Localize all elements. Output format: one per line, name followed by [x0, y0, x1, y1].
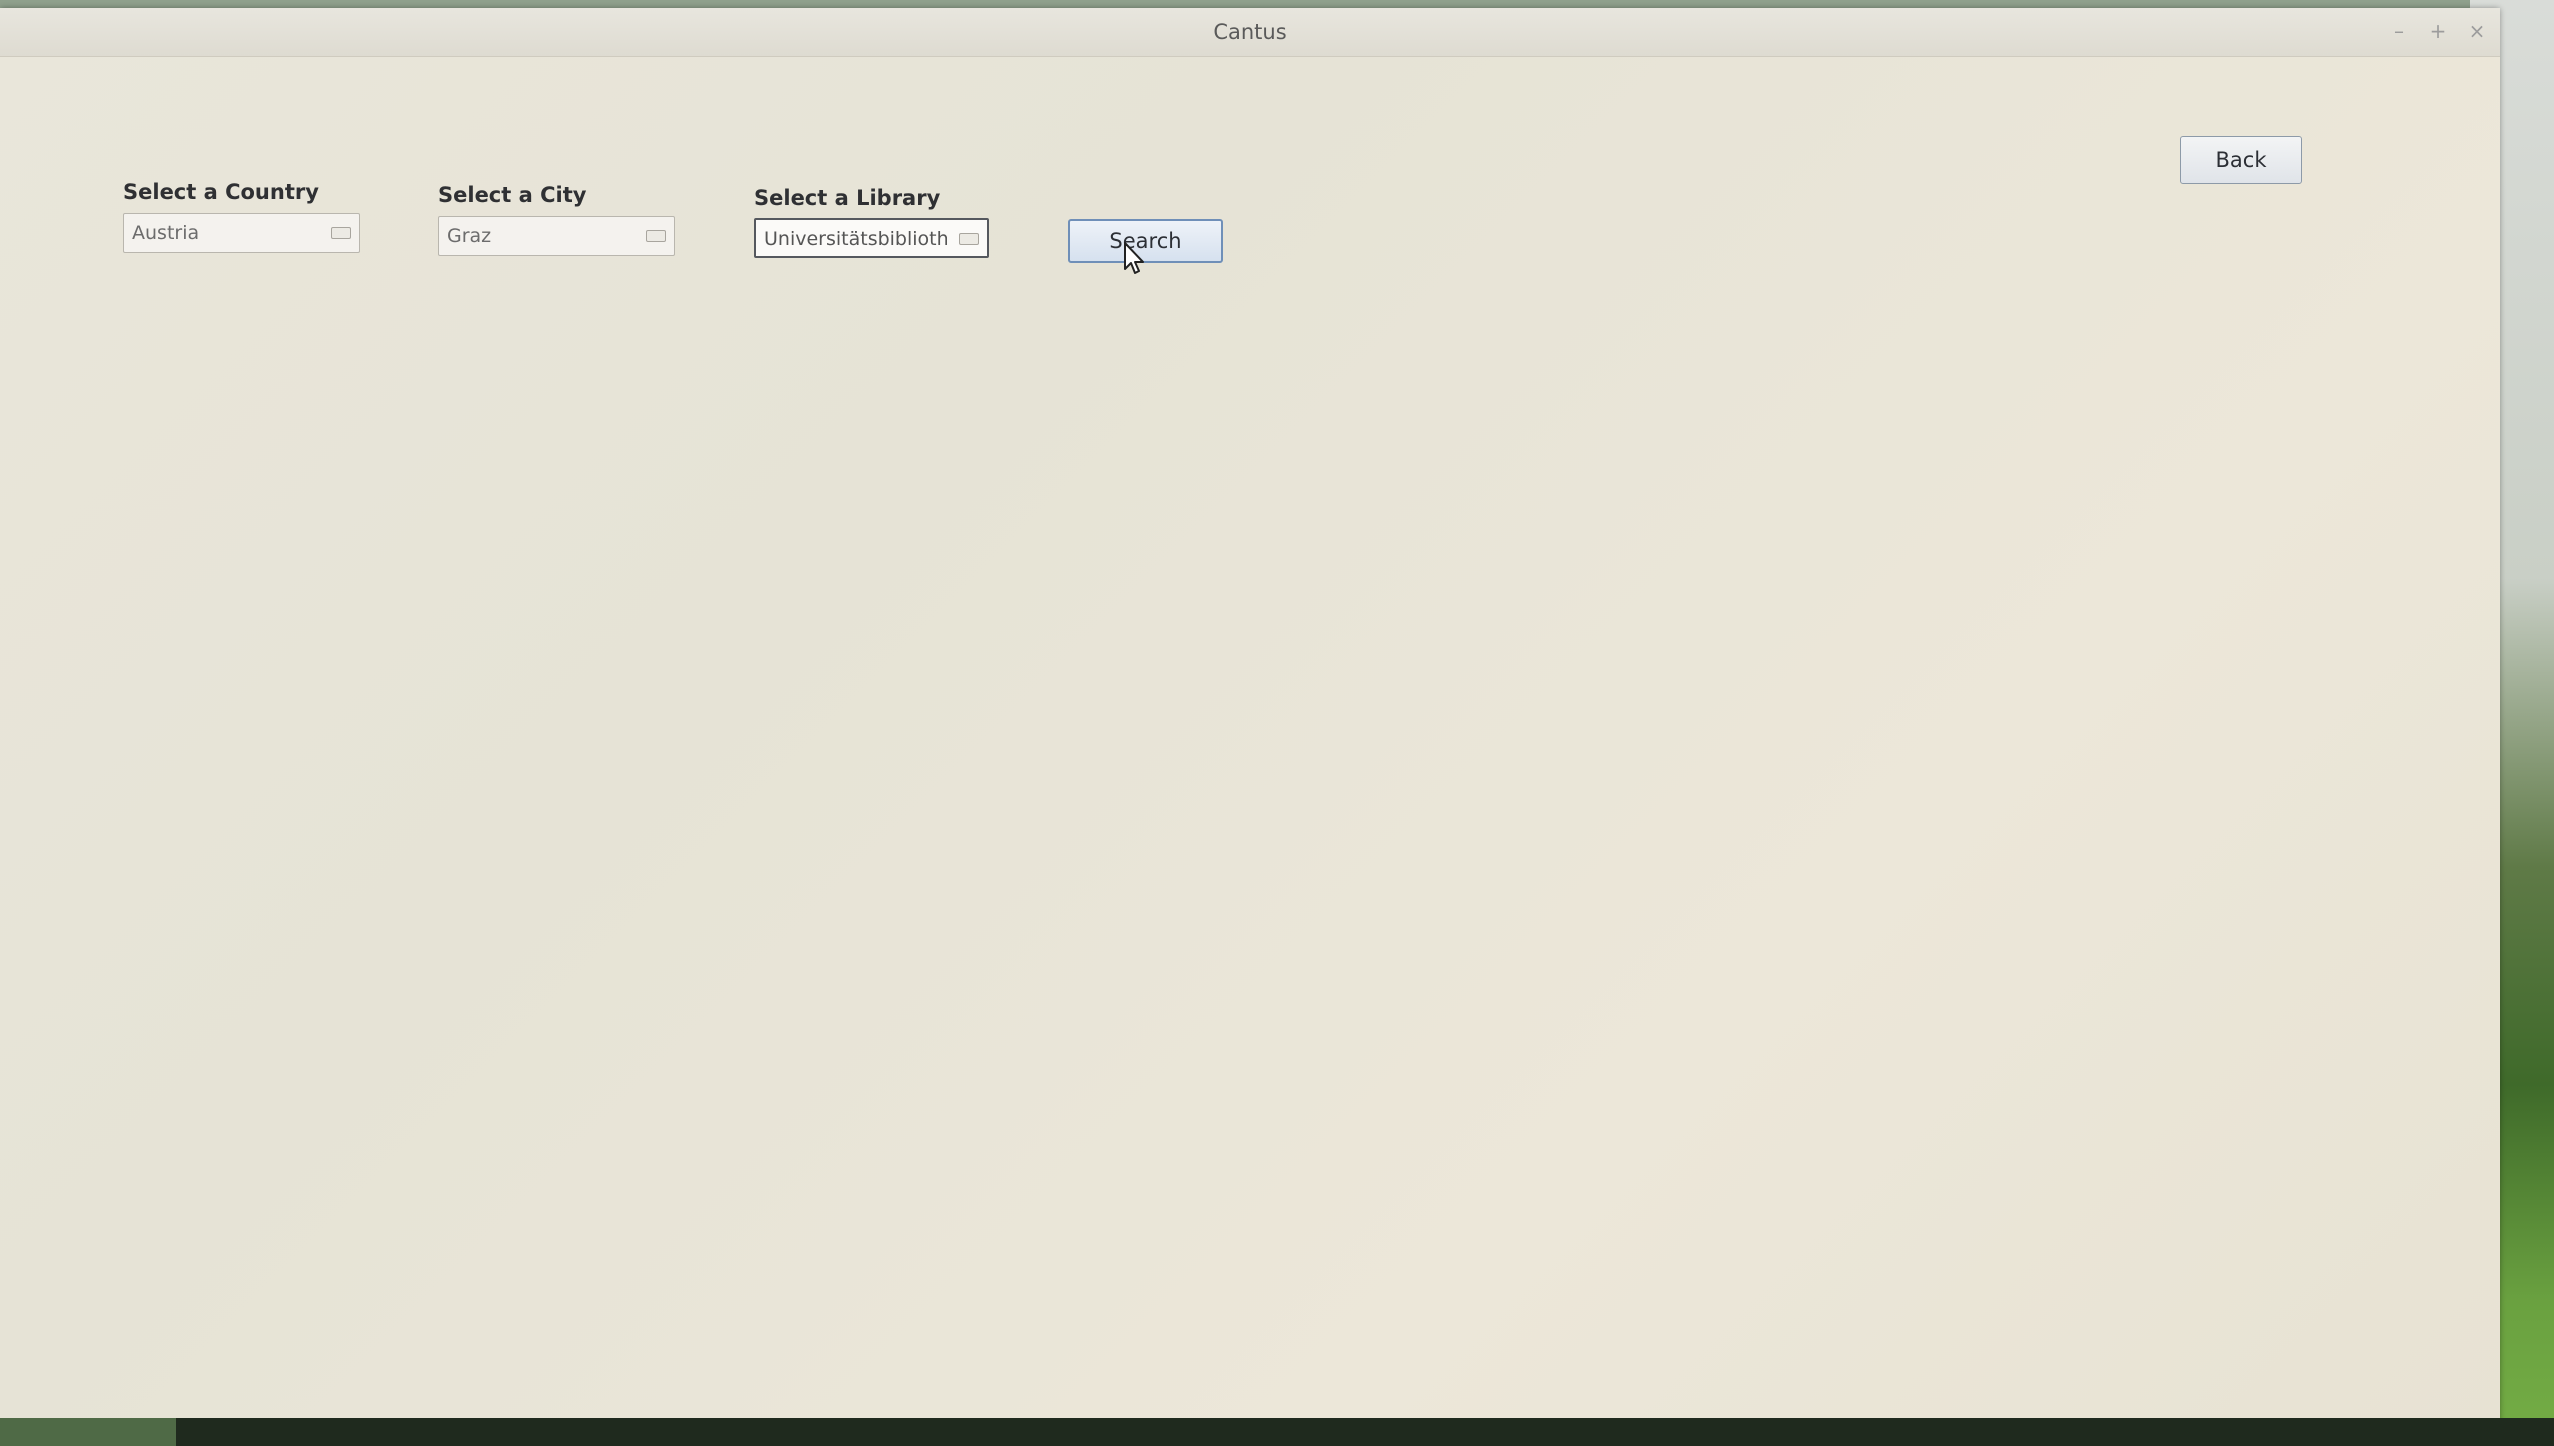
country-label: Select a Country — [123, 180, 319, 204]
city-label: Select a City — [438, 183, 587, 207]
city-value: Graz — [447, 225, 492, 247]
minimize-icon[interactable]: – — [2388, 20, 2410, 42]
taskbar-item[interactable] — [0, 1418, 176, 1446]
mouse-cursor-icon — [1124, 242, 1144, 274]
window-title: Cantus — [1213, 20, 1287, 44]
close-icon[interactable]: × — [2466, 20, 2488, 42]
dropdown-arrow-icon[interactable] — [331, 227, 351, 239]
maximize-icon[interactable]: + — [2427, 20, 2449, 42]
country-value: Austria — [132, 222, 200, 244]
back-button[interactable]: Back — [2180, 136, 2302, 184]
taskbar — [0, 1418, 2554, 1446]
dropdown-arrow-icon[interactable] — [959, 233, 979, 245]
library-select[interactable]: Universitätsbibliothe — [754, 218, 989, 258]
library-label: Select a Library — [754, 186, 941, 210]
app-window: Cantus – + × Select a Country Austria Se… — [0, 8, 2500, 1436]
title-bar: Cantus – + × — [0, 8, 2500, 57]
dropdown-arrow-icon[interactable] — [646, 230, 666, 242]
library-value: Universitätsbibliothe — [764, 228, 947, 250]
city-select[interactable]: Graz — [438, 216, 675, 256]
country-select[interactable]: Austria — [123, 213, 360, 253]
